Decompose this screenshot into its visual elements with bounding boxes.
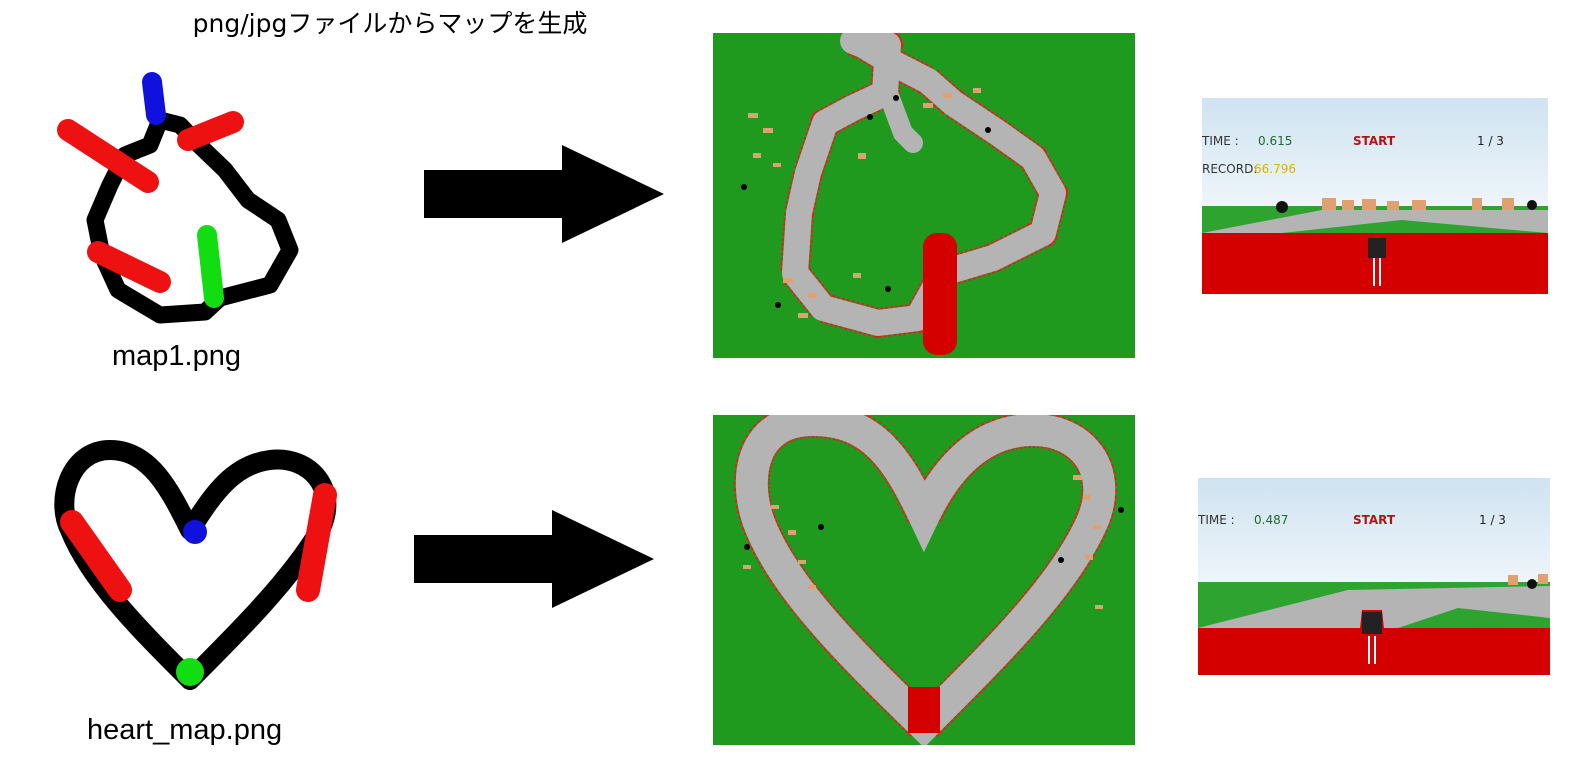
game-screenshot-heart-map: TIME : 0.487 START 1 / 3 — [1198, 478, 1550, 675]
hud-lap-counter: 1 / 3 — [1477, 134, 1504, 148]
obstacle — [1276, 201, 1288, 213]
obstacle — [1527, 579, 1537, 589]
start-zone — [908, 687, 940, 733]
obstacle — [893, 95, 899, 101]
sketch-heart-map — [54, 440, 337, 690]
obstacle — [867, 114, 873, 120]
obstacle — [885, 286, 891, 292]
heart-map-caption: heart_map.png — [87, 714, 283, 746]
map1-caption: map1.png — [112, 340, 241, 372]
hud-time-label: TIME : — [1198, 513, 1235, 527]
obstacle — [744, 544, 750, 550]
hud-lap-counter: 1 / 3 — [1479, 513, 1506, 527]
start-zone — [923, 233, 957, 355]
generated-map1 — [713, 33, 1135, 358]
sketch-red-segment — [296, 483, 337, 602]
obstacle — [985, 127, 991, 133]
arrow-right-icon — [424, 145, 664, 243]
hud-time-label: TIME : — [1202, 134, 1239, 148]
obstacle — [1058, 557, 1064, 563]
hud-record-label: RECORD: — [1202, 162, 1258, 176]
obstacle — [741, 184, 747, 190]
hud-status: START — [1353, 513, 1396, 527]
sketch-green-segment — [197, 225, 224, 308]
sketch-blue-segment — [142, 72, 166, 125]
obstacle — [775, 302, 781, 308]
arrow-right-icon — [414, 510, 654, 608]
sketch-map1 — [57, 72, 299, 324]
page-title: png/jpgファイルからマップを生成 — [192, 9, 588, 38]
sketch-red-segment — [177, 111, 244, 151]
obstacle — [1527, 200, 1537, 210]
hud-time-value: 0.615 — [1258, 134, 1293, 148]
sketch-blue-marker — [183, 520, 207, 544]
generated-heart-map — [713, 415, 1135, 745]
hud-record-value: 66.796 — [1254, 162, 1296, 176]
hud-time-value: 0.487 — [1254, 513, 1289, 527]
game-screenshot-map1: TIME : 0.615 START 1 / 3 RECORD: 66.796 — [1202, 98, 1548, 294]
hud-status: START — [1353, 134, 1396, 148]
obstacle — [818, 524, 824, 530]
obstacle — [1118, 507, 1124, 513]
sketch-green-marker — [176, 658, 204, 686]
